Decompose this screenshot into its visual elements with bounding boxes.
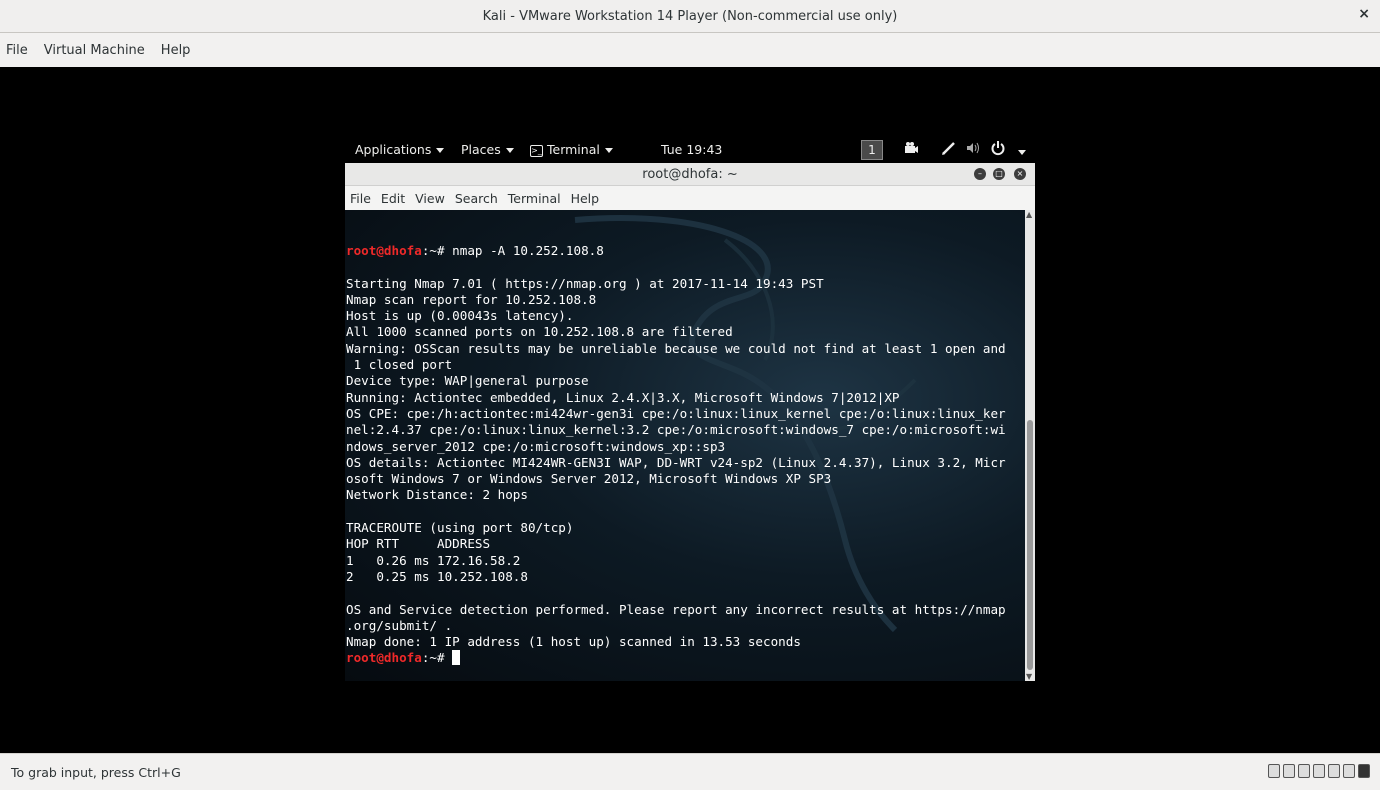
output-line: HOP RTT ADDRESS	[346, 536, 491, 552]
places-menu[interactable]: Places	[461, 142, 514, 157]
device-icons	[1265, 764, 1370, 778]
menu-file[interactable]: File	[6, 43, 28, 58]
vmware-statusbar: To grab input, press Ctrl+G	[0, 753, 1380, 790]
output-line: Nmap scan report for 10.252.108.8	[346, 291, 597, 307]
prompt-user: root@dhofa	[346, 243, 422, 258]
output-line: TRACEROUTE (using port 80/tcp)	[346, 520, 574, 536]
close-icon[interactable]: ×	[1358, 6, 1370, 22]
window-title: Kali - VMware Workstation 14 Player (Non…	[482, 8, 898, 24]
maximize-icon[interactable]: □	[993, 168, 1005, 180]
command-text: nmap -A 10.252.108.8	[452, 243, 604, 258]
menu-help[interactable]: Help	[161, 43, 191, 58]
terminal-icon: >_	[530, 144, 543, 157]
terminal-menu-help[interactable]: Help	[571, 191, 600, 206]
terminal-menu-edit[interactable]: Edit	[381, 191, 405, 206]
window-titlebar: Kali - VMware Workstation 14 Player (Non…	[0, 0, 1380, 33]
network-icon[interactable]	[1298, 764, 1310, 778]
output-line: 2 0.25 ms 10.252.108.8	[346, 568, 528, 584]
terminal-menu-file[interactable]: File	[350, 191, 371, 206]
scrollbar-thumb[interactable]	[1027, 420, 1033, 670]
output-line: Warning: OSScan results may be unreliabl…	[346, 340, 1006, 356]
terminal-title: root@dhofa: ~	[642, 167, 738, 182]
system-menu-chevron-icon[interactable]	[1013, 144, 1026, 159]
volume-icon[interactable]	[965, 140, 981, 159]
output-line: nel:2.4.37 cpe:/o:linux:linux_kernel:3.2…	[346, 422, 1006, 438]
message-log-icon[interactable]	[1358, 764, 1370, 778]
output-line: Starting Nmap 7.01 ( https://nmap.org ) …	[346, 275, 824, 291]
output-line: Network Distance: 2 hops	[346, 487, 528, 503]
output-line: .org/submit/ .	[346, 617, 453, 633]
grab-input-hint: To grab input, press Ctrl+G	[11, 765, 181, 780]
output-line: osoft Windows 7 or Windows Server 2012, …	[346, 471, 832, 487]
output-line: 1 closed port	[346, 357, 453, 373]
camera-icon[interactable]	[903, 140, 919, 159]
sound-card-icon[interactable]	[1343, 764, 1355, 778]
chevron-down-icon	[604, 148, 613, 153]
power-icon[interactable]	[990, 140, 1006, 159]
output-line: All 1000 scanned ports on 10.252.108.8 a…	[346, 324, 733, 340]
scroll-up-icon[interactable]: ▲	[1026, 210, 1032, 219]
output-line: OS details: Actiontec MI424WR-GEN3I WAP,…	[346, 454, 1006, 470]
terminal-scrollbar[interactable]: ▲ ▼	[1025, 210, 1035, 681]
workspace-indicator[interactable]: 1	[861, 140, 883, 160]
vmware-menubar: File Virtual Machine Help	[0, 34, 1380, 66]
clock[interactable]: Tue 19:43	[661, 142, 722, 157]
printer-icon[interactable]	[1313, 764, 1325, 778]
pen-icon[interactable]	[941, 140, 957, 159]
output-line: 1 0.26 ms 172.16.58.2	[346, 552, 521, 568]
minimize-icon[interactable]: –	[974, 168, 986, 180]
text-cursor	[452, 650, 461, 666]
final-prompt-path: :~#	[421, 650, 453, 666]
prompt-path: :~#	[421, 243, 453, 258]
places-label: Places	[461, 142, 501, 157]
output-line: ndows_server_2012 cpe:/o:microsoft:windo…	[346, 438, 726, 454]
output-line: Nmap done: 1 IP address (1 host up) scan…	[346, 634, 801, 650]
cd-dvd-icon[interactable]	[1283, 764, 1295, 778]
output-line: Running: Actiontec embedded, Linux 2.4.X…	[346, 389, 900, 405]
chevron-down-icon	[1018, 150, 1026, 155]
final-prompt-user: root@dhofa	[346, 650, 422, 666]
hard-disk-icon[interactable]	[1268, 764, 1280, 778]
terminal-menu-view[interactable]: View	[415, 191, 445, 206]
output-line: Device type: WAP|general purpose	[346, 373, 589, 389]
terminal-menu-terminal[interactable]: Terminal	[508, 191, 561, 206]
terminal-titlebar: root@dhofa: ~ – □ ×	[345, 163, 1035, 186]
output-line: OS CPE: cpe:/h:actiontec:mi424wr-gen3i c…	[346, 405, 1006, 421]
applications-label: Applications	[355, 142, 432, 157]
chevron-down-icon	[436, 148, 445, 153]
terminal-menu-search[interactable]: Search	[455, 191, 498, 206]
terminal-app-label: Terminal	[547, 142, 600, 157]
terminal-text: root@dhofa:~# nmap -A 10.252.108.8 Start…	[346, 243, 1025, 667]
terminal-output-area[interactable]: root@dhofa:~# nmap -A 10.252.108.8 Start…	[345, 210, 1025, 681]
close-icon[interactable]: ×	[1014, 168, 1026, 180]
scroll-down-icon[interactable]: ▼	[1026, 672, 1032, 681]
applications-menu[interactable]: Applications	[355, 142, 445, 157]
output-line: Host is up (0.00043s latency).	[346, 308, 574, 324]
terminal-app-menu[interactable]: >_ Terminal	[530, 142, 613, 157]
usb-icon[interactable]	[1328, 764, 1340, 778]
menu-virtual-machine[interactable]: Virtual Machine	[44, 43, 145, 58]
gnome-top-panel: Applications Places >_ Terminal Tue 19:43…	[345, 138, 1035, 163]
chevron-down-icon	[505, 148, 514, 153]
terminal-menubar: File Edit View Search Terminal Help	[345, 186, 1035, 210]
output-line: OS and Service detection performed. Plea…	[346, 601, 1006, 617]
